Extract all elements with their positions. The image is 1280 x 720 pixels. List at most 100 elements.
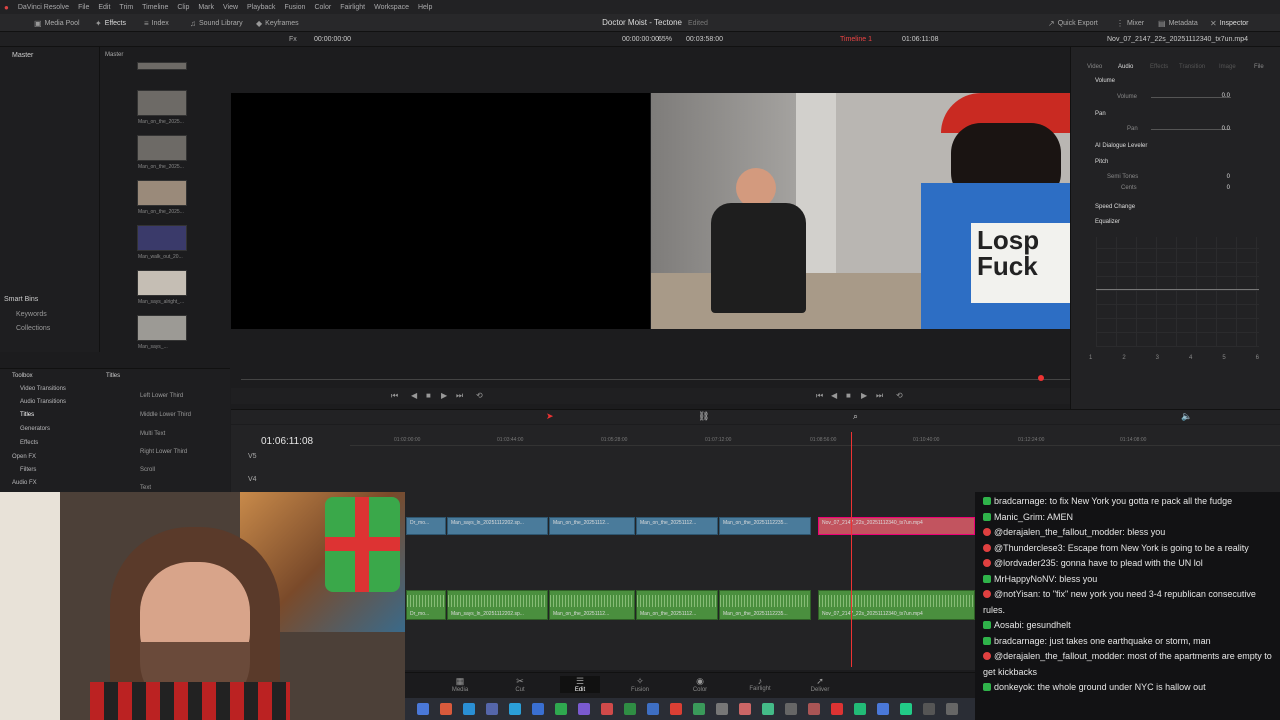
cents-value[interactable]: 0 xyxy=(1227,185,1230,191)
menu-file[interactable]: File xyxy=(78,4,89,11)
quick-export-button[interactable]: ↗ Quick Export xyxy=(1048,17,1098,29)
page-color[interactable]: ◉ Color xyxy=(680,676,720,693)
equalizer[interactable]: Equalizer xyxy=(1095,219,1120,225)
menu-clip[interactable]: Clip xyxy=(177,4,189,11)
semitones-value[interactable]: 0 xyxy=(1227,174,1230,180)
toolbox-header[interactable]: Toolbox xyxy=(12,373,33,379)
smart-bin-collections[interactable]: Collections xyxy=(16,325,50,332)
skip-start-icon-right[interactable]: ⏮ xyxy=(816,391,823,401)
titles-category[interactable]: Titles xyxy=(20,412,34,418)
effects-button[interactable]: ✦ Effects xyxy=(95,17,126,29)
smart-bin-keywords[interactable]: Keywords xyxy=(16,311,47,318)
video-clip-selected[interactable]: Nov_07_2147_22s_20251112340_tx7un.mp4 xyxy=(818,517,975,535)
master-bin[interactable]: Master xyxy=(12,52,33,59)
menu-fairlight[interactable]: Fairlight xyxy=(340,4,365,11)
taskbar-app-icon[interactable] xyxy=(417,703,429,715)
page-edit[interactable]: ☰ Edit xyxy=(560,676,600,693)
playhead[interactable] xyxy=(851,432,852,667)
tab-video[interactable]: Video xyxy=(1087,64,1102,70)
menu-color[interactable]: Color xyxy=(314,4,331,11)
title-item[interactable]: Right Lower Third xyxy=(140,449,187,455)
eq-band-2[interactable]: 2 xyxy=(1122,355,1125,361)
skip-end-icon-right[interactable]: ⏭ xyxy=(876,391,883,401)
taskbar-app-icon[interactable] xyxy=(555,703,567,715)
generators[interactable]: Generators xyxy=(20,426,50,432)
taskbar-app-icon[interactable] xyxy=(440,703,452,715)
audio-clip[interactable]: Nov_07_2147_22s_20251112340_tx7un.mp4 xyxy=(818,590,975,620)
video-clip[interactable]: Man_on_the_20251112... xyxy=(636,517,718,535)
title-item[interactable]: Left Lower Third xyxy=(140,393,183,399)
taskbar-app-icon[interactable] xyxy=(739,703,751,715)
play-icon[interactable]: ▶ xyxy=(441,391,447,400)
zoom-icon[interactable]: ⌕ xyxy=(853,411,858,422)
pitch-header[interactable]: Pitch xyxy=(1095,159,1108,165)
taskbar-app-icon[interactable] xyxy=(463,703,475,715)
video-clip[interactable]: Man_on_the_20251112... xyxy=(549,517,635,535)
menu-timeline[interactable]: Timeline xyxy=(142,4,168,11)
taskbar-app-icon[interactable] xyxy=(624,703,636,715)
tab-audio[interactable]: Audio xyxy=(1118,64,1133,70)
taskbar-app-icon[interactable] xyxy=(808,703,820,715)
source-scrubber[interactable] xyxy=(241,379,651,380)
menu-view[interactable]: View xyxy=(223,4,238,11)
open-fx[interactable]: Open FX xyxy=(12,454,36,460)
media-thumbnail[interactable]: Man_on_the_2025... xyxy=(137,90,187,125)
volume-header[interactable]: Volume xyxy=(1095,78,1115,84)
timeline-viewer[interactable]: Losp Fuck xyxy=(651,93,1070,329)
link-icon[interactable]: ⛓ xyxy=(698,411,709,422)
taskbar-app-icon[interactable] xyxy=(900,703,912,715)
tab-file[interactable]: File xyxy=(1254,64,1264,70)
stop-icon-right[interactable]: ■ xyxy=(846,391,851,400)
audio-clip[interactable]: Man_says_ln_20251112202.sp... xyxy=(447,590,548,620)
media-thumbnail[interactable]: Man_on_the_2025... xyxy=(137,135,187,170)
keyframes-button[interactable]: ◆ Keyframes xyxy=(256,17,299,29)
title-item[interactable]: Multi Text xyxy=(140,431,165,437)
effects-category[interactable]: Effects xyxy=(20,440,38,446)
pan-slider[interactable] xyxy=(1151,129,1231,130)
eq-band-4[interactable]: 4 xyxy=(1189,355,1192,361)
speed-change[interactable]: Speed Change xyxy=(1095,204,1135,210)
menu-help[interactable]: Help xyxy=(418,4,432,11)
eq-band-5[interactable]: 5 xyxy=(1222,355,1225,361)
loop-icon-right[interactable]: ⟲ xyxy=(896,391,903,400)
eq-band-1[interactable]: 1 xyxy=(1089,355,1092,361)
tab-effects[interactable]: Effects xyxy=(1150,64,1168,70)
taskbar-app-icon[interactable] xyxy=(670,703,682,715)
taskbar-app-icon[interactable] xyxy=(509,703,521,715)
taskbar-app-icon[interactable] xyxy=(647,703,659,715)
track-v4[interactable]: V4 xyxy=(248,476,257,483)
title-item[interactable]: Middle Lower Third xyxy=(140,412,191,418)
video-clip[interactable]: Man_on_the_20251112235... xyxy=(719,517,811,535)
taskbar-app-icon[interactable] xyxy=(693,703,705,715)
timeline-scrubber[interactable] xyxy=(651,379,1070,380)
timeline-ruler[interactable]: 01:02:00:00 01:03:44:00 01:05:28:00 01:0… xyxy=(350,432,1280,446)
selection-tool-icon[interactable]: ➤ xyxy=(546,411,554,422)
page-fairlight[interactable]: ♪ Fairlight xyxy=(740,676,780,692)
audio-fx[interactable]: Audio FX xyxy=(12,480,37,486)
title-item[interactable]: Text xyxy=(140,485,151,491)
timeline-scrubber-handle[interactable] xyxy=(1038,375,1044,381)
audio-clip[interactable]: Dr_mo... xyxy=(406,590,446,620)
media-thumbnail[interactable]: Man_on_the_2025... xyxy=(137,62,187,97)
eq-band-3[interactable]: 3 xyxy=(1156,355,1159,361)
skip-end-icon[interactable]: ⏭ xyxy=(456,391,463,401)
filters[interactable]: Filters xyxy=(20,467,36,473)
volume-value[interactable]: 0.0 xyxy=(1222,93,1230,99)
loop-icon[interactable]: ⟲ xyxy=(476,391,483,400)
menu-mark[interactable]: Mark xyxy=(198,4,214,11)
dialogue-leveler[interactable]: AI Dialogue Leveler xyxy=(1095,143,1147,149)
app-name[interactable]: DaVinci Resolve xyxy=(18,4,69,11)
pan-value[interactable]: 0.0 xyxy=(1222,126,1230,132)
tab-transition[interactable]: Transition xyxy=(1179,64,1205,70)
taskbar-app-icon[interactable] xyxy=(578,703,590,715)
index-button[interactable]: ≡ Index xyxy=(144,17,169,29)
audio-clip[interactable]: Man_on_the_20251112... xyxy=(549,590,635,620)
media-thumbnail[interactable]: Man_says_... xyxy=(137,315,187,350)
menu-playback[interactable]: Playback xyxy=(247,4,275,11)
audio-clip[interactable]: Man_on_the_20251112235... xyxy=(719,590,811,620)
zoom-level[interactable]: 65% xyxy=(658,36,672,43)
play-icon-right[interactable]: ▶ xyxy=(861,391,867,400)
video-transitions[interactable]: Video Transitions xyxy=(20,386,66,392)
eq-band-6[interactable]: 6 xyxy=(1256,355,1259,361)
skip-start-icon[interactable]: ⏮ xyxy=(391,391,398,401)
